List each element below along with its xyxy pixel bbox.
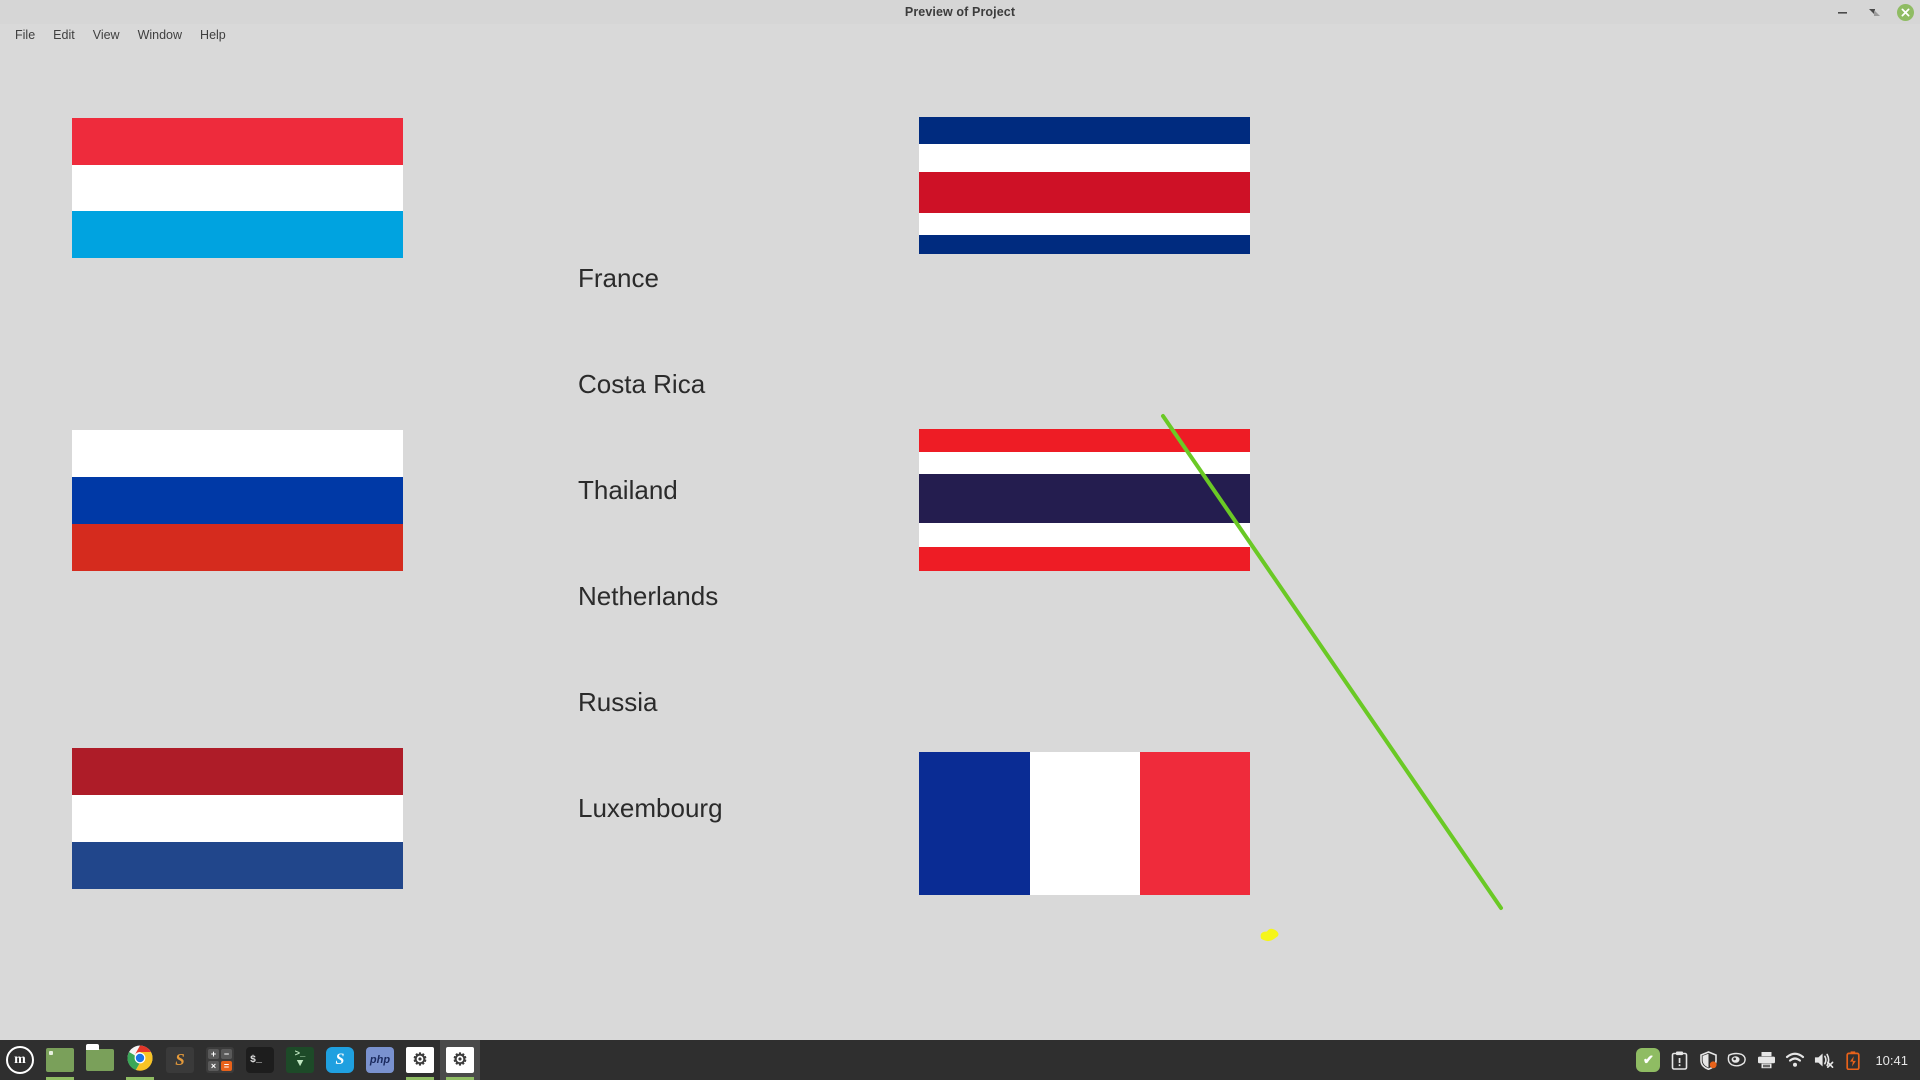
taskbar-skype[interactable]: S xyxy=(320,1040,360,1080)
netherlands-flag-stripe xyxy=(72,795,403,843)
thailand-flag-stripe xyxy=(919,546,1250,571)
shield-icon[interactable] xyxy=(1698,1050,1718,1070)
menu-item-file[interactable]: File xyxy=(6,26,44,44)
country-label[interactable]: Russia xyxy=(578,687,657,718)
luxembourg-flag[interactable] xyxy=(72,118,403,258)
taskbar-launchers: m S + − × = $_ >_ ▼ Sphp ⚙ ⚙ xyxy=(0,1040,480,1080)
thailand-flag-stripe xyxy=(919,522,1250,547)
taskbar-settings[interactable]: ⚙ xyxy=(400,1040,440,1080)
menu-bar: File Edit View Window Help xyxy=(0,24,1920,46)
calculator-icon: + − × = xyxy=(206,1047,234,1073)
printer-icon[interactable] xyxy=(1756,1050,1776,1070)
update-manager-icon[interactable]: ✔ xyxy=(1636,1048,1661,1072)
thailand-flag-stripe xyxy=(919,429,1250,452)
php-icon: php xyxy=(366,1047,394,1073)
taskbar-calculator[interactable]: + − × = xyxy=(200,1040,240,1080)
taskbar-google-chrome[interactable] xyxy=(120,1040,160,1080)
costa-rica-flag[interactable] xyxy=(919,117,1250,254)
folder-icon xyxy=(86,1044,114,1071)
window-icon xyxy=(46,1048,74,1072)
taskbar: m S + − × = $_ >_ ▼ Sphp ⚙ ⚙ ✔ 10:41 xyxy=(0,1040,1920,1080)
update-manager-icon-wrap[interactable]: ✔ xyxy=(1636,1048,1661,1072)
close-button[interactable] xyxy=(1897,3,1914,21)
france-flag-stripe xyxy=(1139,752,1250,895)
yellow-mark xyxy=(1260,928,1279,942)
clipboard-icon[interactable] xyxy=(1669,1050,1689,1070)
volume-muted-icon[interactable] xyxy=(1814,1050,1834,1070)
menu-item-edit[interactable]: Edit xyxy=(44,26,84,44)
costa-rica-flag-stripe xyxy=(919,144,1250,172)
luxembourg-flag-stripe xyxy=(72,118,403,165)
window-title: Preview of Project xyxy=(904,5,1016,19)
france-flag[interactable] xyxy=(919,752,1250,895)
mint-menu-icon: m xyxy=(6,1046,34,1074)
russia-flag-stripe xyxy=(72,477,403,525)
country-label[interactable]: Luxembourg xyxy=(578,793,723,824)
chrome-icon xyxy=(127,1045,153,1076)
taskbar-settings-active[interactable]: ⚙ xyxy=(440,1040,480,1080)
luxembourg-flag-stripe xyxy=(72,211,403,258)
thailand-flag-stripe xyxy=(919,451,1250,475)
preview-canvas[interactable]: France Costa Rica Thailand Netherlands Russi… xyxy=(0,46,1920,1060)
russia-flag[interactable] xyxy=(72,430,403,571)
battery-charging-icon[interactable] xyxy=(1843,1050,1863,1070)
thailand-flag[interactable] xyxy=(919,429,1250,571)
menu-item-window[interactable]: Window xyxy=(129,26,191,44)
netherlands-flag[interactable] xyxy=(72,748,403,889)
netherlands-flag-stripe xyxy=(72,748,403,796)
country-label[interactable]: France xyxy=(578,263,659,294)
costa-rica-flag-stripe xyxy=(919,234,1250,254)
wifi-icon[interactable] xyxy=(1785,1050,1805,1070)
nvidia-icon[interactable] xyxy=(1727,1050,1747,1070)
menu-item-view[interactable]: View xyxy=(84,26,129,44)
costa-rica-flag-stripe xyxy=(919,171,1250,213)
costa-rica-flag-stripe xyxy=(919,212,1250,235)
taskbar-terminal-green[interactable]: >_ ▼ xyxy=(280,1040,320,1080)
russia-flag-stripe xyxy=(72,430,403,478)
france-flag-stripe xyxy=(919,752,1030,895)
thailand-flag-stripe xyxy=(919,474,1250,523)
terminal-icon: $_ xyxy=(246,1047,274,1073)
luxembourg-flag-stripe xyxy=(72,164,403,212)
clock[interactable]: 10:41 xyxy=(1875,1053,1908,1068)
taskbar-php-app[interactable]: php xyxy=(360,1040,400,1080)
taskbar-menu-mint[interactable]: m xyxy=(0,1040,40,1080)
system-tray: ✔ 10:41 xyxy=(1636,1040,1920,1080)
terminal-green-icon: >_ ▼ xyxy=(286,1047,314,1073)
window-controls xyxy=(1833,0,1914,24)
maximize-button[interactable] xyxy=(1865,3,1883,21)
taskbar-show-desktop[interactable] xyxy=(40,1040,80,1080)
taskbar-terminal[interactable]: $_ xyxy=(240,1040,280,1080)
france-flag-stripe xyxy=(1029,752,1140,895)
gear-icon: ⚙ xyxy=(406,1047,434,1073)
country-label[interactable]: Costa Rica xyxy=(578,369,705,400)
menu-item-help[interactable]: Help xyxy=(191,26,235,44)
sublime-icon: S xyxy=(166,1047,194,1073)
taskbar-sublime-text[interactable]: S xyxy=(160,1040,200,1080)
netherlands-flag-stripe xyxy=(72,842,403,889)
gear-icon: ⚙ xyxy=(446,1047,474,1073)
country-label[interactable]: Thailand xyxy=(578,475,678,506)
costa-rica-flag-stripe xyxy=(919,117,1250,145)
country-label[interactable]: Netherlands xyxy=(578,581,718,612)
window-titlebar: Preview of Project xyxy=(0,0,1920,24)
taskbar-files[interactable] xyxy=(80,1040,120,1080)
russia-flag-stripe xyxy=(72,524,403,571)
minimize-button[interactable] xyxy=(1833,3,1851,21)
skype-icon: S xyxy=(326,1047,354,1073)
